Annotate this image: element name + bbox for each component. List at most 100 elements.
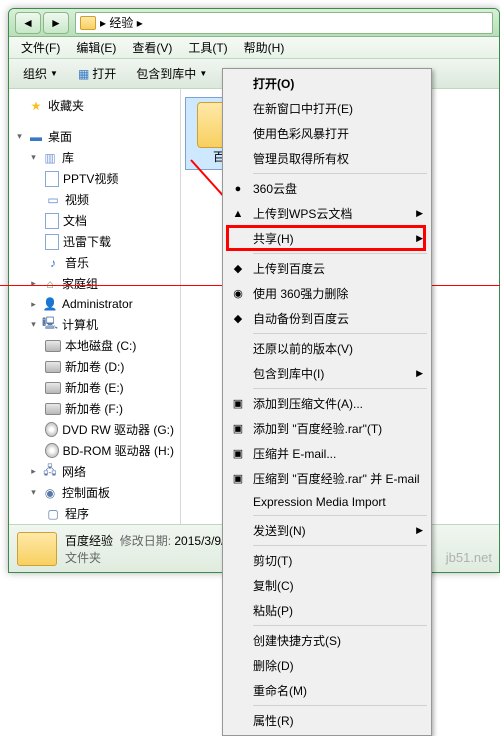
context-menu-item[interactable]: 包含到库中(I)▶ (225, 361, 429, 386)
menu-item-label: 自动备份到百度云 (253, 310, 349, 327)
watermark: jb51.net (446, 550, 492, 565)
context-menu-separator (253, 333, 427, 334)
context-menu-separator (253, 515, 427, 516)
context-menu-item[interactable]: 使用色彩风暴打开 (225, 121, 429, 146)
sidebar-drive-d[interactable]: 新加卷 (D:) (11, 356, 178, 377)
status-folder-icon (17, 532, 57, 566)
context-menu: 打开(O)在新窗口中打开(E)使用色彩风暴打开管理员取得所有权●360云盘▲上传… (222, 68, 432, 736)
menu-item-label: 使用色彩风暴打开 (253, 125, 349, 142)
sidebar-lib-video[interactable]: ▭视频 (11, 189, 178, 210)
context-menu-item[interactable]: ● 360云盘 (225, 176, 429, 201)
status-mod-label: 修改日期: (120, 534, 171, 548)
menu-edit[interactable]: 编辑(E) (68, 37, 124, 58)
menu-item-icon: ▣ (229, 420, 247, 438)
menu-item-icon: ◆ (229, 310, 247, 328)
sidebar-homegroup[interactable]: ▸⌂家庭组 (11, 273, 178, 294)
menu-item-icon: ◆ (229, 260, 247, 278)
submenu-arrow-icon: ▶ (416, 208, 423, 219)
sidebar-lib-thunder[interactable]: 迅雷下载 (11, 231, 178, 252)
context-menu-item[interactable]: ◆ 自动备份到百度云 (225, 306, 429, 331)
sidebar-network[interactable]: ▸🖧网络 (11, 461, 178, 482)
sidebar-control-panel[interactable]: ▾◉控制面板 (11, 482, 178, 503)
submenu-arrow-icon: ▶ (416, 525, 423, 536)
context-menu-item[interactable]: ▣ 压缩并 E-mail... (225, 441, 429, 466)
menu-item-icon: ▣ (229, 470, 247, 488)
menu-item-label: 删除(D) (253, 657, 294, 674)
menu-item-icon: ◉ (229, 285, 247, 303)
sidebar-drive-f[interactable]: 新加卷 (F:) (11, 398, 178, 419)
menu-item-icon: ▲ (229, 205, 247, 223)
status-name: 百度经验 (65, 534, 113, 548)
context-menu-separator (253, 253, 427, 254)
context-menu-item[interactable]: ▲上传到WPS云文档▶ (225, 201, 429, 226)
context-menu-item[interactable]: 还原以前的版本(V) (225, 336, 429, 361)
sidebar-lib-music[interactable]: ♪音乐 (11, 252, 178, 273)
titlebar: ◄ ► ▸ 经验 ▸ (9, 9, 499, 37)
open-button[interactable]: ▦打开 (70, 62, 124, 85)
context-menu-item[interactable]: 剪切(T) (225, 548, 429, 573)
menubar: 文件(F) 编辑(E) 查看(V) 工具(T) 帮助(H) (9, 37, 499, 59)
menu-item-label: 在新窗口中打开(E) (253, 100, 353, 117)
context-menu-separator (253, 173, 427, 174)
menu-item-label: 360云盘 (253, 180, 297, 197)
menu-tools[interactable]: 工具(T) (180, 37, 235, 58)
context-menu-item[interactable]: 在新窗口中打开(E) (225, 96, 429, 121)
sidebar-libraries[interactable]: ▾▥库 (11, 147, 178, 168)
menu-help[interactable]: 帮助(H) (236, 37, 293, 58)
status-type: 文件夹 (65, 549, 248, 566)
context-menu-item[interactable]: 管理员取得所有权 (225, 146, 429, 171)
address-bar[interactable]: ▸ 经验 ▸ (75, 12, 493, 34)
context-menu-item[interactable]: ▣ 添加到压缩文件(A)... (225, 391, 429, 416)
menu-item-label: 使用 360强力删除 (253, 285, 348, 302)
sidebar-lib-pptv[interactable]: PPTV视频 (11, 168, 178, 189)
context-menu-item[interactable]: 创建快捷方式(S) (225, 628, 429, 653)
context-menu-item[interactable]: 删除(D) (225, 653, 429, 678)
menu-item-icon: ● (229, 180, 247, 198)
menu-view[interactable]: 查看(V) (124, 37, 180, 58)
menu-item-label: 打开(O) (253, 75, 294, 92)
context-menu-item[interactable]: 打开(O) (225, 71, 429, 96)
context-menu-item[interactable]: ▣压缩到 "百度经验.rar" 并 E-mail (225, 466, 429, 491)
folder-icon (80, 16, 96, 30)
context-menu-item[interactable]: 发送到(N)▶ (225, 518, 429, 543)
sidebar-drive-g[interactable]: DVD RW 驱动器 (G:) (11, 419, 178, 440)
context-menu-item[interactable]: 重命名(M) (225, 678, 429, 703)
sidebar-programs[interactable]: ▢程序 (11, 503, 178, 524)
context-menu-item[interactable]: ▣ 添加到 "百度经验.rar"(T) (225, 416, 429, 441)
menu-item-label: 上传到百度云 (253, 260, 325, 277)
nav-forward-button[interactable]: ► (43, 12, 69, 34)
context-menu-item[interactable]: 属性(R) (225, 708, 429, 733)
nav-back-button[interactable]: ◄ (15, 12, 41, 34)
sidebar-lib-docs[interactable]: 文档 (11, 210, 178, 231)
sidebar-drive-h[interactable]: BD-ROM 驱动器 (H:) (11, 440, 178, 461)
menu-item-label: 重命名(M) (253, 682, 307, 699)
menu-item-label: 添加到压缩文件(A)... (253, 395, 363, 412)
context-menu-item[interactable]: 粘贴(P) (225, 598, 429, 623)
sidebar: ★收藏夹 ▾▬桌面 ▾▥库 PPTV视频 ▭视频 文档 迅雷下载 ♪音乐 ▸⌂家… (9, 89, 181, 542)
menu-item-label: 压缩并 E-mail... (253, 445, 336, 462)
sidebar-drive-e[interactable]: 新加卷 (E:) (11, 377, 178, 398)
breadcrumb[interactable]: 经验 (109, 14, 133, 31)
include-button[interactable]: 包含到库中▼ (128, 62, 215, 85)
menu-item-icon: ▣ (229, 445, 247, 463)
context-menu-item[interactable]: ◆ 上传到百度云 (225, 256, 429, 281)
menu-item-label: 复制(C) (253, 577, 294, 594)
sidebar-desktop[interactable]: ▾▬桌面 (11, 126, 178, 147)
organize-button[interactable]: 组织▼ (15, 62, 66, 85)
sidebar-computer[interactable]: ▾🖳计算机 (11, 314, 178, 335)
menu-item-label: Expression Media Import (253, 495, 386, 509)
sidebar-drive-c[interactable]: 本地磁盘 (C:) (11, 335, 178, 356)
context-menu-item[interactable]: 复制(C) (225, 573, 429, 598)
context-menu-separator (253, 388, 427, 389)
menu-file[interactable]: 文件(F) (13, 37, 68, 58)
context-menu-item[interactable]: Expression Media Import (225, 491, 429, 513)
context-menu-item[interactable]: ◉ 使用 360强力删除 (225, 281, 429, 306)
menu-item-icon: ▣ (229, 395, 247, 413)
submenu-arrow-icon: ▶ (416, 233, 423, 244)
sidebar-admin[interactable]: ▸👤Administrator (11, 294, 178, 314)
context-menu-item[interactable]: 共享(H)▶ (225, 226, 429, 251)
sidebar-favorites[interactable]: ★收藏夹 (11, 95, 178, 116)
menu-item-label: 还原以前的版本(V) (253, 340, 353, 357)
menu-item-label: 添加到 "百度经验.rar"(T) (253, 420, 382, 437)
menu-item-label: 管理员取得所有权 (253, 150, 349, 167)
